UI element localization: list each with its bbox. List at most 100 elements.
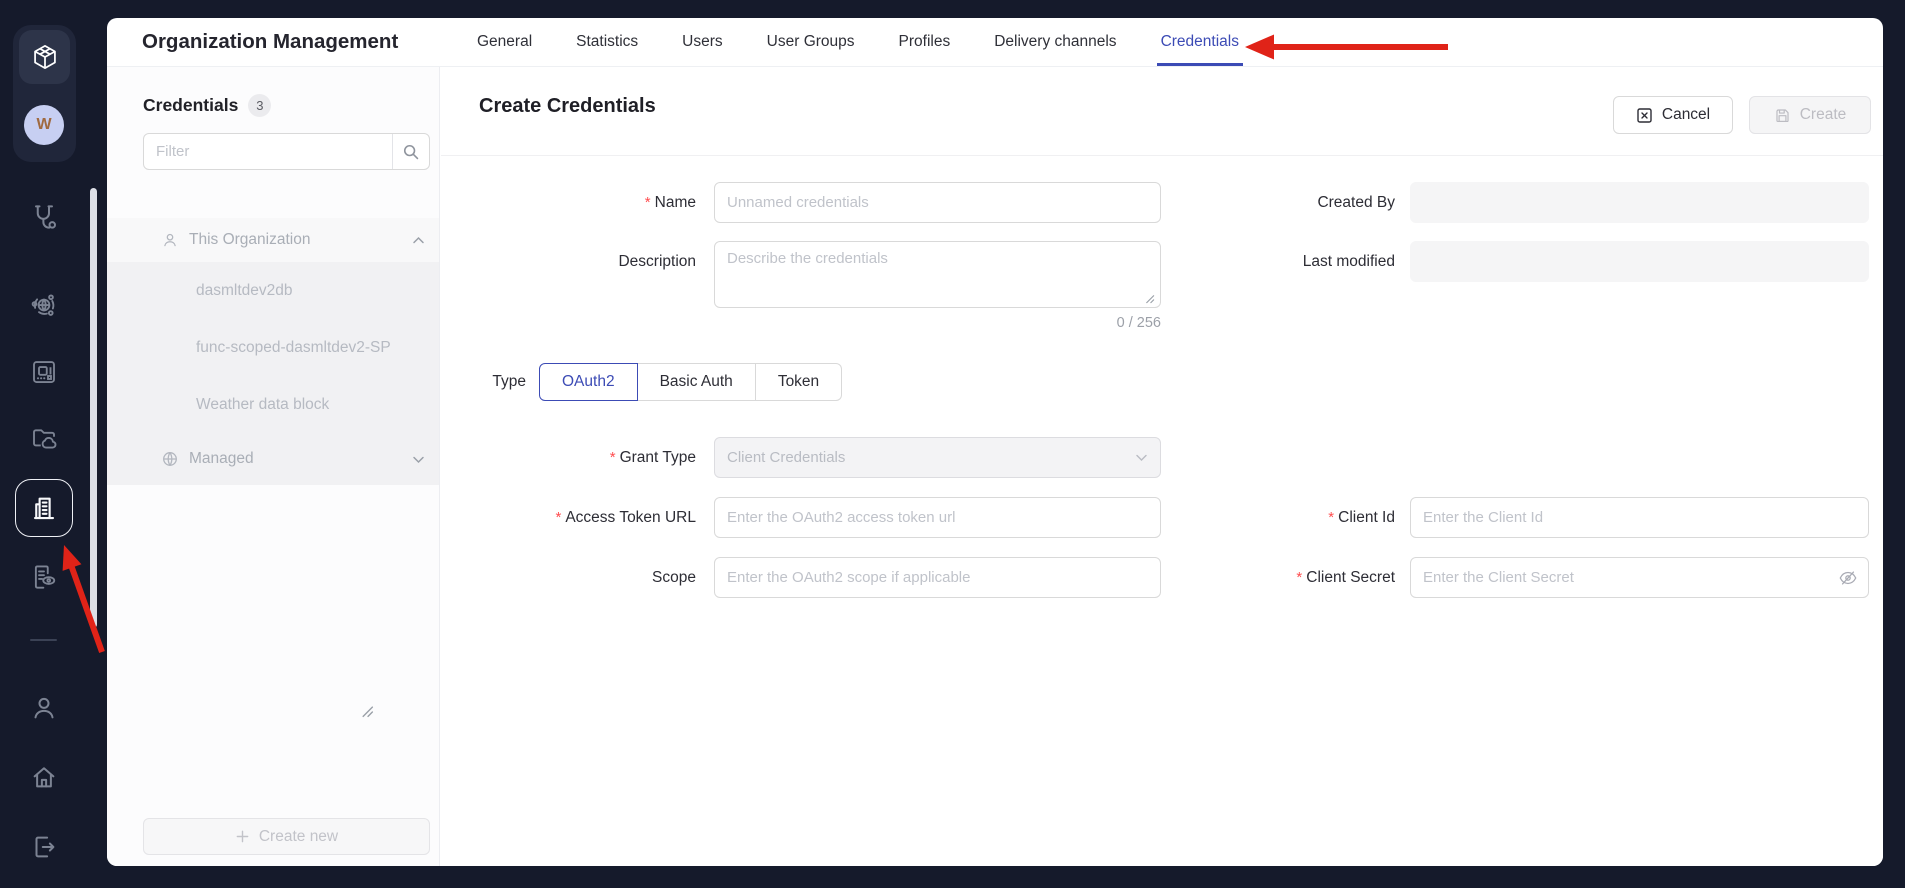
sidebar-item-devices[interactable] xyxy=(27,355,61,389)
tab-profiles[interactable]: Profiles xyxy=(897,18,953,66)
type-radio-group: OAuth2 Basic Auth Token xyxy=(539,363,842,401)
sidebar-item-logout[interactable] xyxy=(27,830,61,864)
sidebar-scrollbar-thumb[interactable] xyxy=(90,188,97,628)
folder-cloud-icon xyxy=(29,423,59,453)
sidebar-item-home[interactable] xyxy=(27,760,61,794)
credentials-count-badge: 3 xyxy=(248,94,271,117)
required-asterisk: * xyxy=(1328,509,1334,526)
person-icon xyxy=(161,231,179,249)
filter-input[interactable] xyxy=(144,134,392,169)
grant-type-label: *Grant Type xyxy=(441,437,696,478)
required-asterisk: * xyxy=(1296,569,1302,586)
user-icon xyxy=(29,693,59,723)
form-divider xyxy=(441,155,1883,156)
filter-field xyxy=(143,133,430,170)
icon-sidebar: W xyxy=(0,0,107,888)
sidebar-item-profile[interactable] xyxy=(27,691,61,725)
plus-icon xyxy=(235,829,250,844)
chevron-up-icon xyxy=(412,236,425,245)
panel-resize-handle[interactable] xyxy=(361,705,374,723)
filter-search-button[interactable] xyxy=(392,134,429,169)
tab-credentials[interactable]: Credentials xyxy=(1159,18,1241,66)
workspace-avatar[interactable]: W xyxy=(24,105,64,145)
grant-type-value: Client Credentials xyxy=(727,449,845,466)
access-token-url-input[interactable] xyxy=(714,497,1161,538)
password-visibility-toggle[interactable] xyxy=(1837,567,1859,589)
name-label: *Name xyxy=(441,182,696,223)
app-logo-button[interactable] xyxy=(19,30,70,84)
tab-users[interactable]: Users xyxy=(680,18,724,66)
page-title: Organization Management xyxy=(142,18,398,66)
sidebar-item-pipelines[interactable] xyxy=(27,200,61,234)
textarea-resize-handle[interactable] xyxy=(1144,291,1155,309)
stethoscope-icon xyxy=(29,202,59,232)
description-textarea[interactable] xyxy=(714,241,1161,308)
credential-list-item[interactable]: dasmltdev2db xyxy=(107,262,439,319)
sidebar-item-audit[interactable] xyxy=(27,560,61,594)
search-icon xyxy=(402,143,420,161)
globe-icon xyxy=(161,450,179,468)
credential-list-item[interactable]: func-scoped-dasmltdev2-SP xyxy=(107,319,439,376)
description-char-counter: 0 / 256 xyxy=(714,315,1161,331)
client-id-input[interactable] xyxy=(1410,497,1869,538)
tab-statistics[interactable]: Statistics xyxy=(574,18,640,66)
chip-icon xyxy=(29,357,59,387)
tab-general[interactable]: General xyxy=(475,18,534,66)
created-by-input xyxy=(1410,182,1869,223)
eye-invisible-icon xyxy=(1838,568,1858,588)
client-secret-field xyxy=(1410,557,1869,598)
cancel-button[interactable]: Cancel xyxy=(1613,96,1733,134)
chevron-down-icon xyxy=(412,455,425,464)
tree-section-this-organization[interactable]: This Organization xyxy=(107,218,439,262)
tab-user-groups[interactable]: User Groups xyxy=(765,18,857,66)
created-by-label: Created By xyxy=(1095,182,1395,223)
credentials-tree: This Organization dasmltdev2db func-scop… xyxy=(107,218,439,485)
create-new-label: Create new xyxy=(259,828,338,846)
sidebar-item-integrations[interactable] xyxy=(27,288,61,322)
app-canvas: W xyxy=(0,0,1905,888)
active-nav-ring xyxy=(15,479,73,537)
sidebar-divider xyxy=(30,639,57,641)
client-id-label: *Client Id xyxy=(1095,497,1395,538)
type-option-basic-auth[interactable]: Basic Auth xyxy=(638,363,756,401)
grant-type-select[interactable]: Client Credentials xyxy=(714,437,1161,478)
create-button[interactable]: Create xyxy=(1749,96,1871,134)
cube-logo-icon xyxy=(31,43,59,71)
credential-list-item[interactable]: Weather data block xyxy=(107,376,439,433)
create-label: Create xyxy=(1800,106,1847,124)
chevron-down-icon xyxy=(1135,453,1148,462)
client-secret-label: *Client Secret xyxy=(1095,557,1395,598)
description-label: Description xyxy=(441,241,696,272)
panel-title: Credentials xyxy=(143,95,238,116)
required-asterisk: * xyxy=(610,449,616,466)
create-new-button[interactable]: Create new xyxy=(143,818,430,855)
document-eye-icon xyxy=(29,562,59,592)
tree-section-label: This Organization xyxy=(189,231,412,249)
name-input[interactable] xyxy=(714,182,1161,223)
home-icon xyxy=(29,762,59,792)
tab-bar: General Statistics Users User Groups Pro… xyxy=(475,18,1241,66)
required-asterisk: * xyxy=(555,509,561,526)
scope-label: Scope xyxy=(441,557,696,598)
content-card: Organization Management General Statisti… xyxy=(107,18,1883,866)
type-label: Type xyxy=(441,363,526,401)
globe-network-icon xyxy=(29,290,59,320)
required-asterisk: * xyxy=(645,194,651,211)
credentials-list-panel: Credentials 3 xyxy=(107,67,440,866)
tab-delivery-channels[interactable]: Delivery channels xyxy=(992,18,1118,66)
last-modified-input xyxy=(1410,241,1869,282)
client-secret-input[interactable] xyxy=(1410,557,1869,598)
tree-section-label: Managed xyxy=(189,450,412,468)
save-icon xyxy=(1774,107,1791,124)
access-token-url-label: *Access Token URL xyxy=(441,497,696,538)
close-square-icon xyxy=(1636,107,1653,124)
scope-input[interactable] xyxy=(714,557,1161,598)
form-title: Create Credentials xyxy=(479,95,656,118)
tree-section-managed[interactable]: Managed xyxy=(107,433,439,485)
create-credentials-form: Create Credentials Cancel Crea xyxy=(441,67,1883,866)
type-option-oauth2[interactable]: OAuth2 xyxy=(539,363,638,401)
type-option-token[interactable]: Token xyxy=(756,363,842,401)
sidebar-item-storage[interactable] xyxy=(27,421,61,455)
cancel-label: Cancel xyxy=(1662,106,1710,124)
last-modified-label: Last modified xyxy=(1095,241,1395,282)
